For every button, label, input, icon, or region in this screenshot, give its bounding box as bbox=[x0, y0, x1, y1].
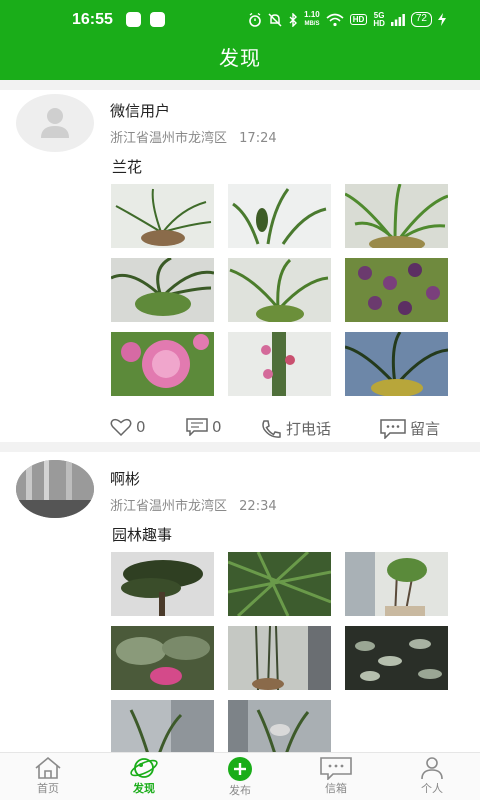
hd-badge: HD bbox=[349, 14, 368, 25]
photo-thumbnail[interactable] bbox=[228, 700, 331, 752]
leave-message-label: 留言 bbox=[410, 420, 441, 438]
photo-thumbnail[interactable] bbox=[345, 332, 448, 396]
call-button[interactable]: 打电话 bbox=[260, 418, 331, 439]
username[interactable]: 微信用户 bbox=[110, 100, 170, 121]
tab-home[interactable]: 首页 bbox=[0, 753, 96, 800]
plus-circle-icon bbox=[228, 757, 252, 781]
bottom-tab-bar: 首页 发现 发布 信箱 个人 bbox=[0, 752, 480, 800]
default-user-icon bbox=[41, 108, 69, 138]
comment-icon bbox=[186, 418, 208, 436]
heart-icon bbox=[110, 418, 132, 436]
photo-grid bbox=[111, 184, 448, 406]
status-icons: 1.10 MB/S HD 5G HD 72 bbox=[248, 11, 446, 28]
page-title: 发现 bbox=[219, 46, 261, 70]
avatar[interactable] bbox=[16, 460, 94, 518]
status-time: 16:55 bbox=[72, 11, 113, 28]
timestamp: 22:34 bbox=[239, 499, 277, 514]
tab-label: 发现 bbox=[133, 782, 155, 795]
phone-icon bbox=[262, 419, 281, 438]
photo-thumbnail[interactable] bbox=[111, 552, 214, 616]
tab-label: 信箱 bbox=[325, 782, 347, 795]
location: 浙江省温州市龙湾区 bbox=[110, 499, 228, 514]
message-icon bbox=[320, 757, 352, 780]
user-photo-icon bbox=[16, 460, 94, 518]
charging-icon bbox=[438, 13, 446, 26]
tab-inbox[interactable]: 信箱 bbox=[288, 753, 384, 800]
photo-thumbnail[interactable] bbox=[111, 626, 214, 690]
tab-profile[interactable]: 个人 bbox=[384, 753, 480, 800]
like-button[interactable]: 0 bbox=[110, 418, 146, 436]
photo-thumbnail[interactable] bbox=[345, 184, 448, 248]
comment-count: 0 bbox=[212, 418, 222, 436]
net-speed: 1.10 MB/S bbox=[304, 10, 320, 28]
tab-label: 发布 bbox=[229, 784, 251, 797]
post-text: 兰花 bbox=[112, 158, 143, 176]
battery-indicator: 72 bbox=[410, 12, 432, 27]
username[interactable]: 啊彬 bbox=[110, 468, 140, 489]
signal-label: 5G HD bbox=[373, 10, 385, 28]
post-card: 微信用户 浙江省温州市龙湾区 17:24 兰花 0 0 打电话 留言 bbox=[0, 90, 480, 452]
app-notification-icon bbox=[150, 12, 165, 27]
post-meta: 浙江省温州市龙湾区 17:24 bbox=[110, 127, 277, 146]
post-text: 园林趣事 bbox=[112, 526, 173, 544]
tab-publish[interactable]: 发布 bbox=[192, 753, 288, 800]
photo-thumbnail[interactable] bbox=[228, 332, 331, 396]
alarm-icon bbox=[249, 12, 261, 27]
like-count: 0 bbox=[136, 418, 146, 436]
tab-label: 个人 bbox=[421, 782, 443, 795]
timestamp: 17:24 bbox=[239, 131, 277, 146]
home-icon bbox=[35, 756, 61, 779]
post-meta: 浙江省温州市龙湾区 22:34 bbox=[110, 495, 277, 514]
photo-thumbnail[interactable] bbox=[111, 700, 214, 752]
photo-thumbnail[interactable] bbox=[111, 332, 214, 396]
divider bbox=[0, 442, 480, 452]
tab-label: 首页 bbox=[37, 782, 59, 795]
photo-thumbnail[interactable] bbox=[228, 552, 331, 616]
photo-thumbnail[interactable] bbox=[228, 626, 331, 690]
comment-button[interactable]: 0 bbox=[186, 418, 222, 436]
location: 浙江省温州市龙湾区 bbox=[110, 131, 228, 146]
tab-discover[interactable]: 发现 bbox=[96, 753, 192, 800]
bluetooth-icon bbox=[289, 12, 298, 27]
call-label: 打电话 bbox=[286, 420, 332, 438]
photo-thumbnail[interactable] bbox=[111, 258, 214, 322]
photo-thumbnail[interactable] bbox=[345, 552, 448, 616]
signal-icon bbox=[390, 13, 405, 26]
person-icon bbox=[421, 757, 443, 780]
message-bubble-icon bbox=[380, 418, 406, 439]
app-header: 16:55 1.10 MB/S HD 5G HD 72 发现 bbox=[0, 0, 480, 80]
planet-icon bbox=[130, 758, 158, 778]
photo-thumbnail[interactable] bbox=[228, 258, 331, 322]
discover-feed[interactable]: 微信用户 浙江省温州市龙湾区 17:24 兰花 0 0 打电话 留言 啊彬 浙江… bbox=[0, 80, 480, 752]
mute-bell-icon bbox=[268, 12, 282, 27]
avatar[interactable] bbox=[16, 94, 94, 152]
app-notification-icon bbox=[126, 12, 141, 27]
photo-grid bbox=[111, 552, 448, 752]
divider bbox=[0, 80, 480, 90]
photo-thumbnail[interactable] bbox=[345, 626, 448, 690]
post-card: 啊彬 浙江省温州市龙湾区 22:34 园林趣事 bbox=[0, 452, 480, 752]
photo-thumbnail[interactable] bbox=[345, 258, 448, 322]
photo-thumbnail[interactable] bbox=[228, 184, 331, 248]
photo-thumbnail[interactable] bbox=[111, 184, 214, 248]
wifi-icon bbox=[326, 13, 344, 26]
status-bar: 16:55 1.10 MB/S HD 5G HD 72 bbox=[0, 0, 480, 38]
leave-message-button[interactable]: 留言 bbox=[380, 418, 440, 439]
